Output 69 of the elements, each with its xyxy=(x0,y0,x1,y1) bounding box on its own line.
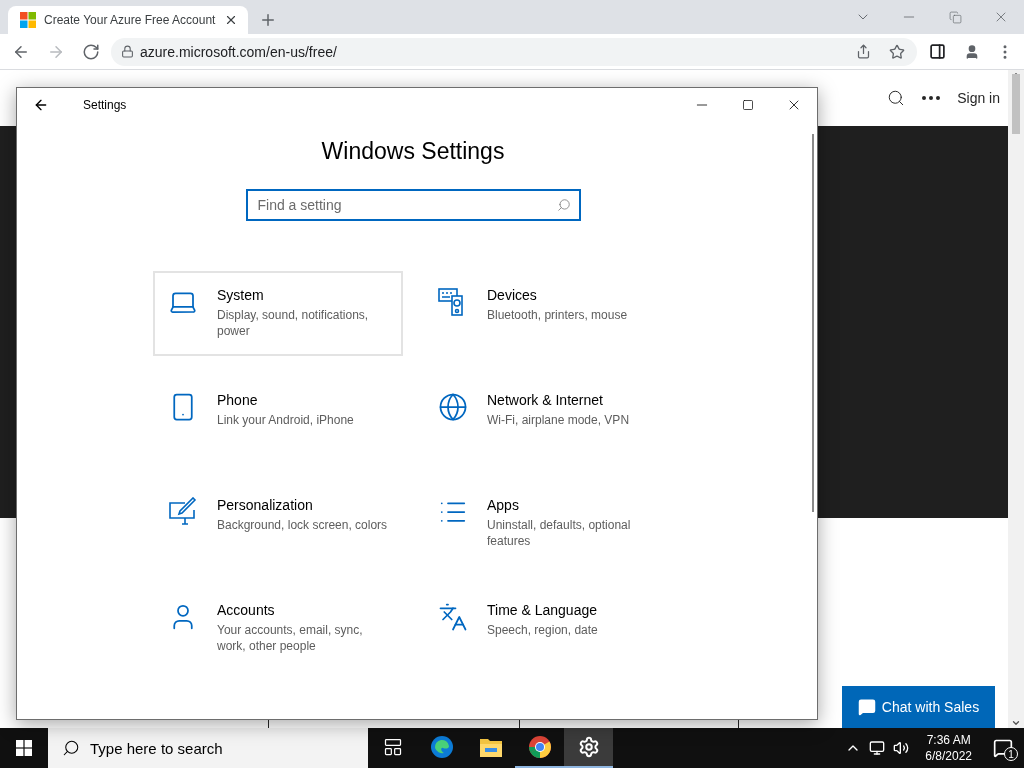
scroll-down-icon[interactable] xyxy=(1011,718,1021,728)
settings-category[interactable]: Apps Uninstall, defaults, optional features xyxy=(423,481,673,566)
chat-bubble-icon xyxy=(857,698,876,716)
notification-count: 1 xyxy=(1004,747,1018,761)
chrome-icon[interactable] xyxy=(527,735,552,759)
scroll-thumb[interactable] xyxy=(812,134,814,512)
microsoft-logo-icon xyxy=(20,12,36,28)
clock-date[interactable]: 6/8/2022 xyxy=(925,748,972,764)
language-icon xyxy=(438,602,468,632)
settings-category[interactable]: System Display, sound, notifications, power xyxy=(153,271,403,356)
edge-icon[interactable] xyxy=(429,735,454,759)
category-description: Background, lock screen, colors xyxy=(217,517,388,533)
category-description: Your accounts, email, sync, work, other people xyxy=(217,622,364,654)
settings-category[interactable]: Personalization Background, lock screen, colors xyxy=(153,481,403,566)
category-title: Time & Language xyxy=(487,602,598,618)
monitor-brush-icon xyxy=(168,497,198,527)
category-description: Link your Android, iPhone xyxy=(217,412,354,428)
category-description: Speech, region, date xyxy=(487,622,598,638)
star-icon[interactable] xyxy=(889,43,905,60)
category-description: Uninstall, defaults, optional features xyxy=(487,517,632,549)
share-icon[interactable] xyxy=(855,44,871,59)
tab-title: Create Your Azure Free Account xyxy=(44,13,216,27)
new-tab-icon[interactable] xyxy=(259,11,277,29)
chat-with-sales-button[interactable]: Chat with Sales xyxy=(842,686,995,728)
notifications-icon[interactable] xyxy=(993,738,1013,758)
category-title: Phone xyxy=(217,392,259,408)
category-title: System xyxy=(217,287,265,303)
scroll-thumb[interactable] xyxy=(1012,74,1020,134)
search-icon xyxy=(62,739,80,757)
side-panel-icon[interactable] xyxy=(928,43,946,60)
page-heading: Windows Settings xyxy=(321,138,505,165)
window-title: Settings xyxy=(83,98,127,112)
category-title: Apps xyxy=(487,497,520,513)
reload-icon[interactable] xyxy=(82,42,100,61)
globe-icon xyxy=(438,392,468,422)
category-description: Display, sound, notifications, power xyxy=(217,307,370,339)
category-description: Bluetooth, printers, mouse xyxy=(487,307,628,323)
close-tab-icon[interactable] xyxy=(224,13,238,27)
settings-category[interactable]: Devices Bluetooth, printers, mouse xyxy=(423,271,673,356)
maximize-icon[interactable] xyxy=(742,99,754,111)
gear-icon[interactable] xyxy=(577,736,600,758)
settings-category[interactable]: Accounts Your accounts, email, sync, work, other people xyxy=(153,586,403,671)
profile-icon[interactable] xyxy=(964,43,980,60)
address-bar[interactable]: azure.microsoft.com/en-us/free/ xyxy=(111,37,917,66)
search-icon[interactable] xyxy=(887,89,906,107)
taskbar-app[interactable] xyxy=(564,728,613,768)
volume-icon[interactable] xyxy=(893,740,910,756)
category-title: Devices xyxy=(487,287,538,303)
folder-icon[interactable] xyxy=(478,736,503,758)
sign-in-link[interactable]: Sign in xyxy=(957,90,1000,106)
lock-icon xyxy=(121,45,134,58)
settings-category[interactable]: Network & Internet Wi-Fi, airplane mode, VPN xyxy=(423,376,673,461)
search-field[interactable]: Find a setting xyxy=(245,189,581,221)
category-description: Wi-Fi, airplane mode, VPN xyxy=(487,412,630,428)
search-icon xyxy=(556,198,571,212)
browser-tab[interactable]: Create Your Azure Free Account xyxy=(8,6,248,34)
search-placeholder: Type here to search xyxy=(90,739,223,757)
settings-category[interactable]: Time & Language Speech, region, date xyxy=(423,586,673,671)
category-title: Accounts xyxy=(217,602,276,618)
windows-logo-icon[interactable] xyxy=(16,740,32,756)
clock-time[interactable]: 7:36 AM xyxy=(926,732,971,748)
taskbar-search-field[interactable]: Type here to search xyxy=(48,728,368,768)
page-scrollbar[interactable] xyxy=(1008,70,1024,728)
network-icon[interactable] xyxy=(869,740,886,756)
category-title: Network & Internet xyxy=(487,392,604,408)
url-text: azure.microsoft.com/en-us/free/ xyxy=(140,43,338,60)
task-view-icon[interactable] xyxy=(382,737,403,757)
category-title: Personalization xyxy=(217,497,314,513)
settings-category[interactable]: Phone Link your Android, iPhone xyxy=(153,376,403,461)
